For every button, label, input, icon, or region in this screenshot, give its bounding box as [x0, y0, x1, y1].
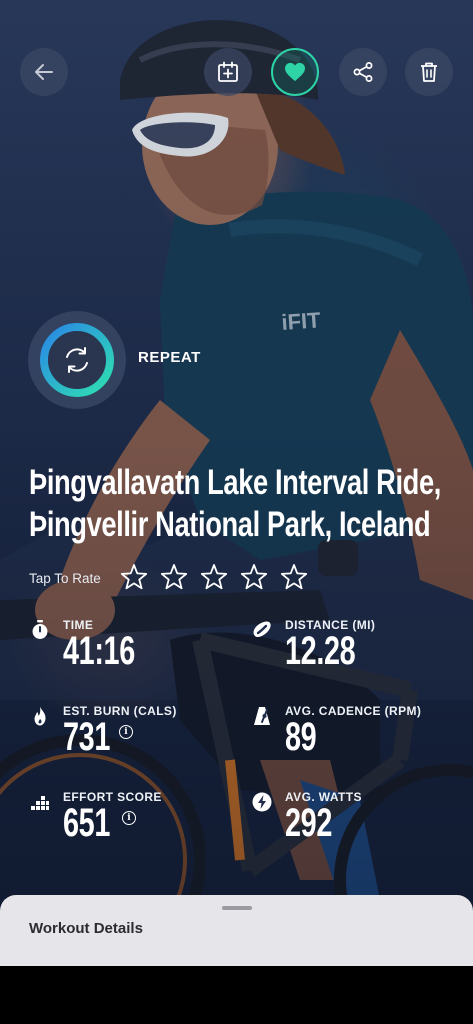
distance-icon	[253, 621, 271, 638]
sheet-drag-handle[interactable]	[222, 906, 252, 910]
back-button[interactable]	[20, 48, 68, 96]
burn-info-icon[interactable]: i	[119, 725, 133, 739]
stopwatch-icon	[32, 620, 48, 639]
flame-icon	[34, 706, 46, 726]
stat-time-value: 41:16	[63, 629, 135, 673]
trash-icon	[421, 62, 437, 82]
star-3-icon[interactable]	[200, 563, 228, 591]
schedule-button[interactable]	[204, 48, 252, 96]
delete-button[interactable]	[405, 48, 453, 96]
repeat-button[interactable]	[28, 311, 126, 409]
repeat-progress-ring	[40, 323, 114, 397]
arrow-left-icon	[35, 64, 53, 80]
workout-title-line-1: Þingvallavatn Lake Interval Ride,	[29, 463, 441, 502]
share-icon	[353, 62, 373, 82]
effort-info-icon[interactable]: i	[122, 811, 136, 825]
workout-title: Þingvallavatn Lake Interval Ride, Þingve…	[29, 462, 466, 546]
star-rating	[120, 563, 308, 591]
repeat-label[interactable]: REPEAT	[138, 349, 201, 366]
lightning-icon	[252, 792, 272, 812]
effort-bars-icon	[31, 796, 49, 810]
metronome-icon	[254, 707, 270, 725]
star-4-icon[interactable]	[240, 563, 268, 591]
stat-effort-value: 651	[63, 801, 110, 845]
workout-details-sheet[interactable]: Workout Details	[0, 895, 473, 966]
star-1-icon[interactable]	[120, 563, 148, 591]
stat-cadence-value: 89	[285, 715, 317, 759]
heart-icon	[285, 62, 305, 82]
star-5-icon[interactable]	[280, 563, 308, 591]
stat-watts-value: 292	[285, 801, 332, 845]
stat-burn-value: 731	[63, 715, 110, 759]
calendar-add-icon	[218, 61, 238, 82]
share-button[interactable]	[339, 48, 387, 96]
favorite-button[interactable]	[271, 48, 319, 96]
workout-details-title[interactable]: Workout Details	[29, 920, 143, 937]
workout-title-line-2: Þingvellir National Park, Iceland	[29, 505, 431, 544]
stat-distance-value: 12.28	[285, 629, 356, 673]
rate-label: Tap To Rate	[29, 571, 101, 586]
star-2-icon[interactable]	[160, 563, 188, 591]
system-navigation-bar	[0, 966, 473, 1024]
